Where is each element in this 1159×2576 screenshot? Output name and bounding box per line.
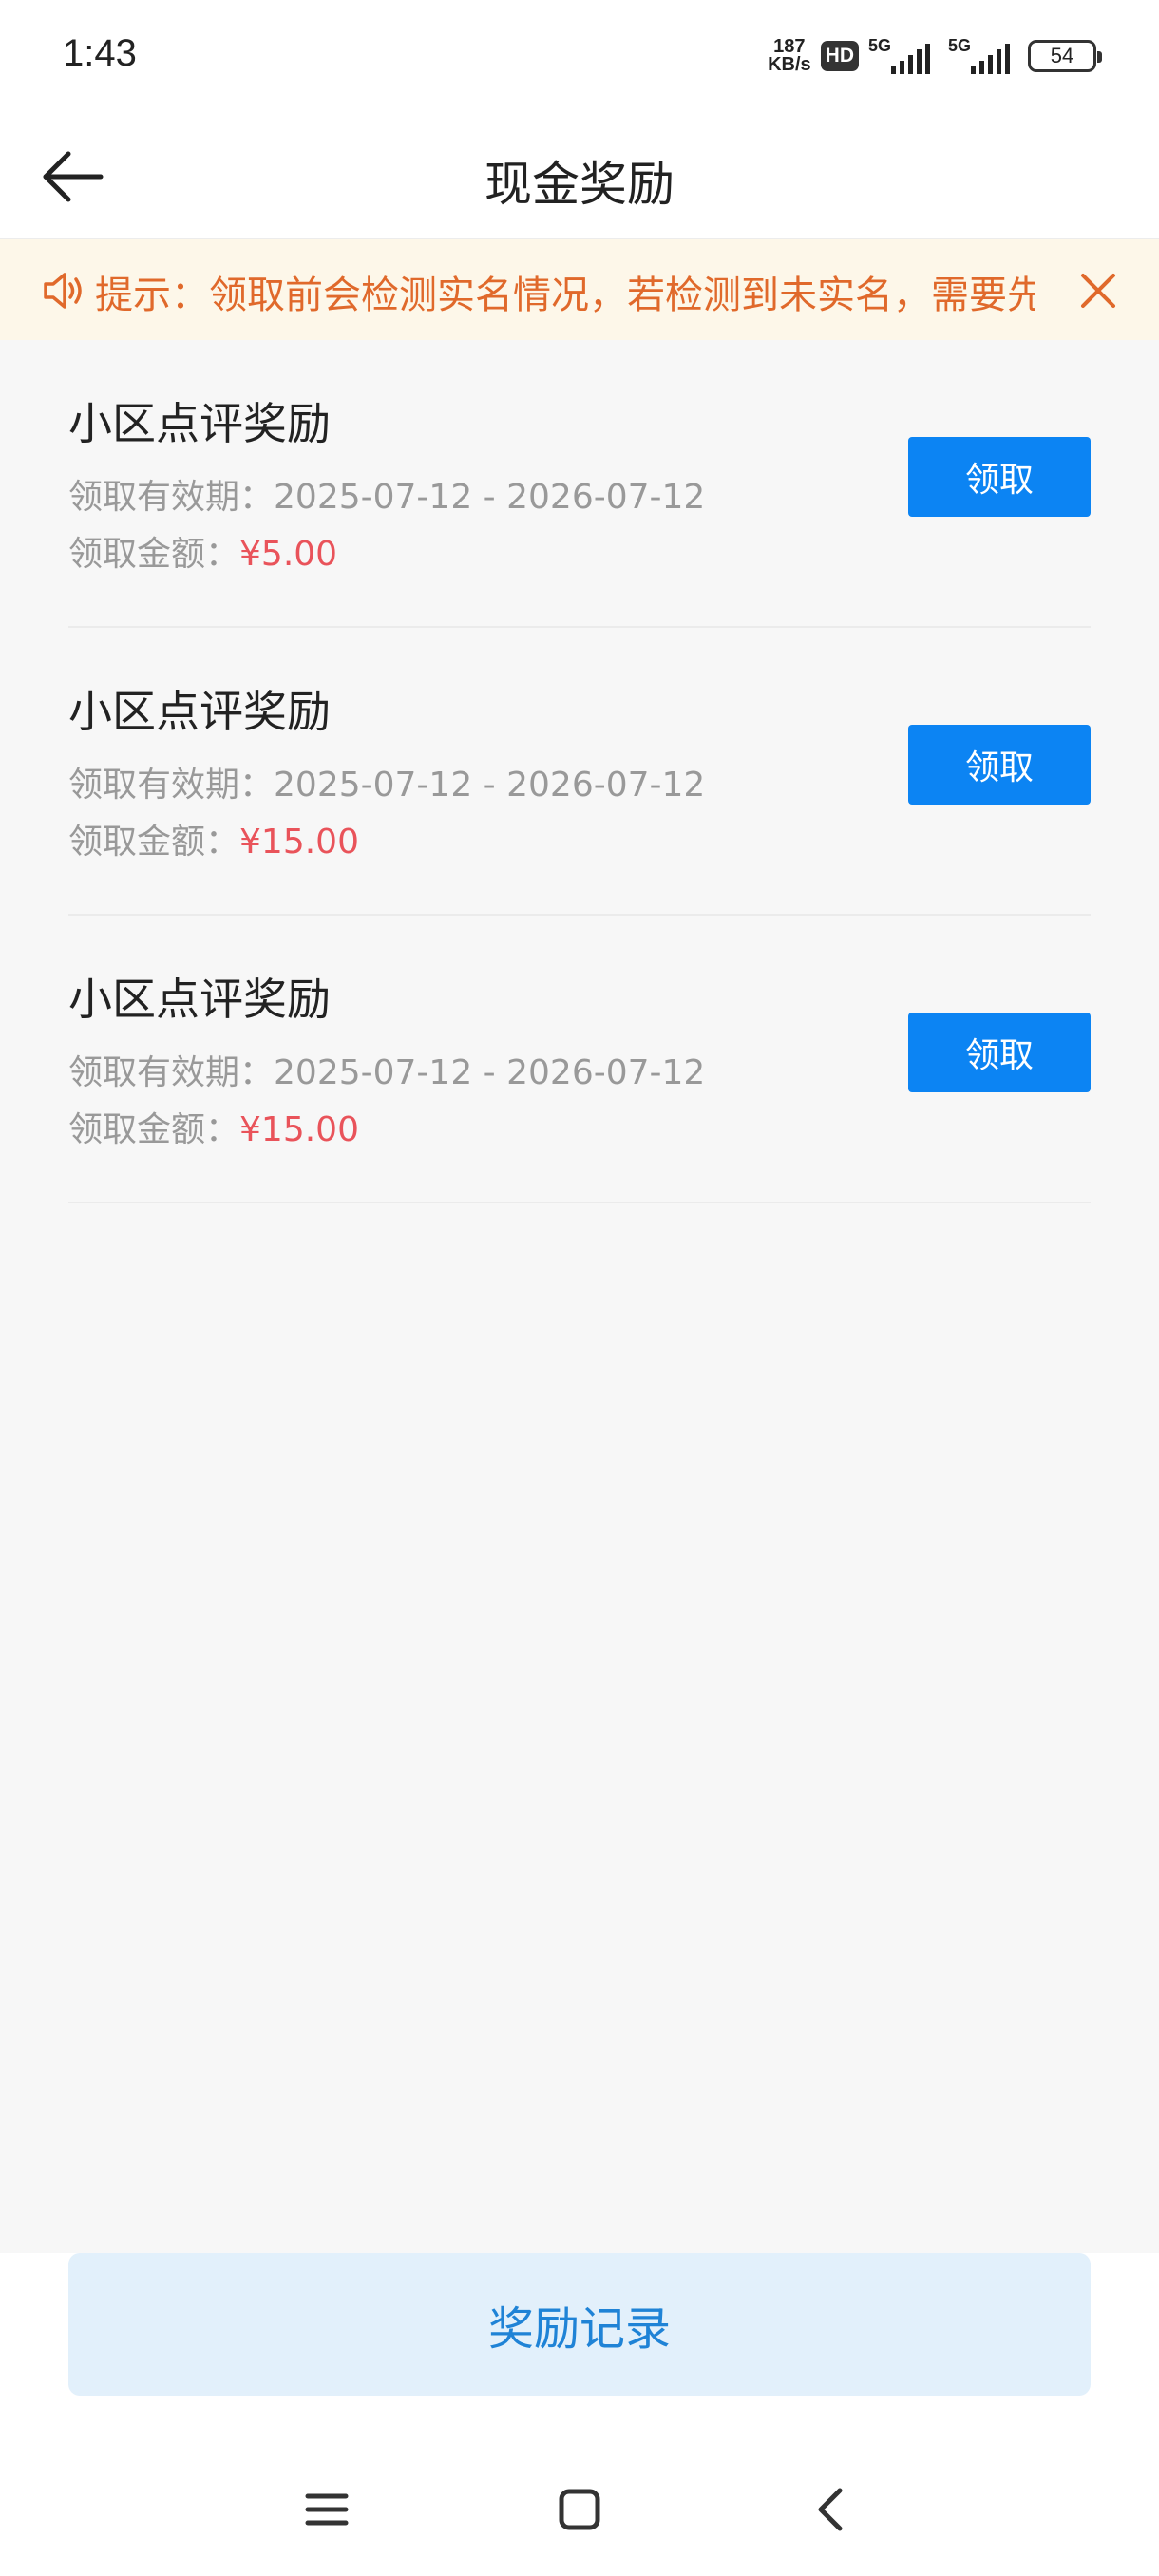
chevron-left-icon[interactable] (804, 2481, 861, 2538)
page-title: 现金奖励 (484, 157, 674, 212)
reward-title: 小区点评奖励 (68, 974, 331, 1025)
close-icon[interactable] (1075, 268, 1121, 313)
reward-list: 小区点评奖励 领取有效期：2025-07-12 - 2026-07-12 领取金… (68, 340, 1091, 1203)
reward-title: 小区点评奖励 (68, 686, 331, 737)
reward-item: 小区点评奖励 领取有效期：2025-07-12 - 2026-07-12 领取金… (68, 916, 1091, 1203)
reward-period: 领取有效期：2025-07-12 - 2026-07-12 (68, 757, 705, 806)
reward-amount-label: 领取金额： (68, 1110, 240, 1149)
claim-button[interactable]: 领取 (908, 1013, 1091, 1092)
reward-title: 小区点评奖励 (68, 398, 331, 449)
reward-amount: ¥15.00 (239, 1110, 359, 1149)
notice-banner: 提示：领取前会检测实名情况，若检测到未实名，需要先完成实名认证并完善信息 (0, 239, 1159, 340)
reward-item: 小区点评奖励 领取有效期：2025-07-12 - 2026-07-12 领取金… (68, 340, 1091, 628)
network-speed-unit: KB/s (768, 54, 811, 75)
system-nav-bar (0, 2458, 1159, 2563)
reward-amount: ¥5.00 (239, 535, 338, 574)
hd-badge: HD (820, 41, 859, 71)
home-square-icon[interactable] (551, 2481, 608, 2538)
reward-period-label: 领取有效期： (68, 478, 275, 517)
reward-amount-label: 领取金额： (68, 535, 240, 574)
claim-button[interactable]: 领取 (908, 725, 1091, 805)
signal-bars-icon (971, 44, 1010, 74)
reward-amount: ¥15.00 (239, 823, 359, 862)
bottom-area: 奖励记录 (0, 2253, 1159, 2576)
reward-amount-row: 领取金额：¥5.00 (68, 526, 337, 576)
claim-button[interactable]: 领取 (908, 437, 1091, 517)
menu-icon[interactable] (298, 2481, 355, 2538)
reward-period-value: 2025-07-12 - 2026-07-12 (274, 1053, 706, 1092)
reward-period: 领取有效期：2025-07-12 - 2026-07-12 (68, 1045, 705, 1094)
network-speed: 187 KB/s (768, 37, 811, 75)
speaker-icon (44, 273, 82, 309)
reward-amount-row: 领取金额：¥15.00 (68, 1102, 359, 1151)
reward-period-value: 2025-07-12 - 2026-07-12 (274, 766, 706, 805)
reward-period: 领取有效期：2025-07-12 - 2026-07-12 (68, 469, 705, 519)
app-header: 现金奖励 (0, 114, 1159, 239)
notice-text: 提示：领取前会检测实名情况，若检测到未实名，需要先完成实名认证并完善信息 (95, 274, 1036, 317)
status-time: 1:43 (63, 32, 137, 74)
signal-5g-1: 5G (868, 36, 939, 76)
signal-bars-icon (891, 44, 930, 74)
reward-period-value: 2025-07-12 - 2026-07-12 (274, 478, 706, 517)
status-bar: 1:43 187 KB/s HD 5G 5G 54 (0, 0, 1159, 114)
reward-item: 小区点评奖励 领取有效期：2025-07-12 - 2026-07-12 领取金… (68, 628, 1091, 916)
reward-period-label: 领取有效期： (68, 1053, 275, 1092)
reward-period-label: 领取有效期： (68, 766, 275, 805)
reward-amount-label: 领取金额： (68, 823, 240, 862)
reward-amount-row: 领取金额：¥15.00 (68, 814, 359, 863)
battery-indicator: 54 (1028, 40, 1102, 72)
reward-records-button[interactable]: 奖励记录 (68, 2253, 1091, 2396)
status-icons: 187 KB/s HD 5G 5G 54 (768, 34, 1102, 78)
signal-5g-2: 5G (948, 36, 1018, 76)
